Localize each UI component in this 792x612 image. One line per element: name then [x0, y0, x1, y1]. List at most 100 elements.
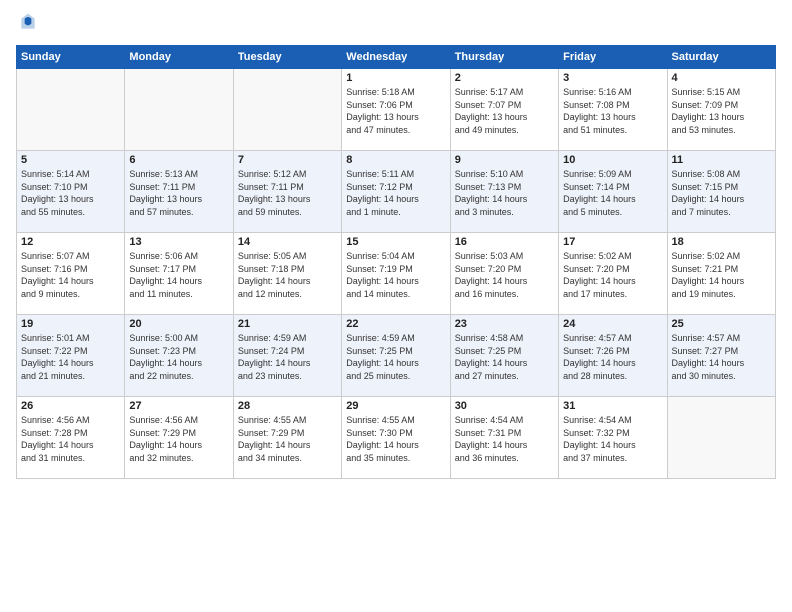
day-info: Sunrise: 4:54 AMSunset: 7:31 PMDaylight:… [455, 414, 554, 464]
day-info: Sunrise: 5:00 AMSunset: 7:23 PMDaylight:… [129, 332, 228, 382]
calendar-cell: 12 Sunrise: 5:07 AMSunset: 7:16 PMDayligh… [17, 233, 125, 315]
calendar-cell: 21 Sunrise: 4:59 AMSunset: 7:24 PMDayligh… [233, 315, 341, 397]
calendar-cell: 23 Sunrise: 4:58 AMSunset: 7:25 PMDayligh… [450, 315, 558, 397]
calendar-cell: 19 Sunrise: 5:01 AMSunset: 7:22 PMDayligh… [17, 315, 125, 397]
calendar-page: SundayMondayTuesdayWednesdayThursdayFrid… [0, 0, 792, 612]
calendar-table: SundayMondayTuesdayWednesdayThursdayFrid… [16, 45, 776, 479]
day-number: 30 [455, 400, 554, 412]
day-info: Sunrise: 4:58 AMSunset: 7:25 PMDaylight:… [455, 332, 554, 382]
day-info: Sunrise: 5:10 AMSunset: 7:13 PMDaylight:… [455, 168, 554, 218]
calendar-cell: 22Sunrise: 4:59 AMSunset: 7:25 PMDayligh… [342, 315, 450, 397]
day-number: 31 [563, 400, 662, 412]
day-number: 14 [238, 236, 337, 248]
calendar-cell: 4 Sunrise: 5:15 AMSunset: 7:09 PMDaylight… [667, 69, 775, 151]
day-info: Sunrise: 5:16 AMSunset: 7:08 PMDaylight:… [563, 86, 662, 136]
calendar-cell: 1Sunrise: 5:18 AMSunset: 7:06 PMDaylight… [342, 69, 450, 151]
weekday-header-saturday: Saturday [667, 46, 775, 69]
day-info: Sunrise: 5:04 AMSunset: 7:19 PMDaylight:… [346, 250, 445, 300]
day-number: 4 [672, 72, 771, 84]
calendar-cell: 7 Sunrise: 5:12 AMSunset: 7:11 PMDaylight… [233, 151, 341, 233]
weekday-header-row: SundayMondayTuesdayWednesdayThursdayFrid… [17, 46, 776, 69]
day-info: Sunrise: 5:12 AMSunset: 7:11 PMDaylight:… [238, 168, 337, 218]
calendar-cell [233, 69, 341, 151]
week-row-2: 12 Sunrise: 5:07 AMSunset: 7:16 PMDayligh… [17, 233, 776, 315]
day-info: Sunrise: 5:14 AMSunset: 7:10 PMDaylight:… [21, 168, 120, 218]
calendar-cell: 25 Sunrise: 4:57 AMSunset: 7:27 PMDayligh… [667, 315, 775, 397]
day-number: 5 [21, 154, 120, 166]
day-number: 26 [21, 400, 120, 412]
calendar-cell: 3 Sunrise: 5:16 AMSunset: 7:08 PMDaylight… [559, 69, 667, 151]
calendar-cell: 2Sunrise: 5:17 AMSunset: 7:07 PMDaylight… [450, 69, 558, 151]
week-row-0: 1Sunrise: 5:18 AMSunset: 7:06 PMDaylight… [17, 69, 776, 151]
day-number: 10 [563, 154, 662, 166]
day-info: Sunrise: 5:06 AMSunset: 7:17 PMDaylight:… [129, 250, 228, 300]
day-info: Sunrise: 5:17 AMSunset: 7:07 PMDaylight:… [455, 86, 554, 136]
day-number: 17 [563, 236, 662, 248]
calendar-cell: 17 Sunrise: 5:02 AMSunset: 7:20 PMDayligh… [559, 233, 667, 315]
day-number: 3 [563, 72, 662, 84]
day-number: 25 [672, 318, 771, 330]
calendar-cell: 13 Sunrise: 5:06 AMSunset: 7:17 PMDayligh… [125, 233, 233, 315]
weekday-header-sunday: Sunday [17, 46, 125, 69]
day-info: Sunrise: 5:15 AMSunset: 7:09 PMDaylight:… [672, 86, 771, 136]
day-number: 23 [455, 318, 554, 330]
weekday-header-tuesday: Tuesday [233, 46, 341, 69]
calendar-cell: 10Sunrise: 5:09 AMSunset: 7:14 PMDayligh… [559, 151, 667, 233]
day-info: Sunrise: 4:55 AMSunset: 7:29 PMDaylight:… [238, 414, 337, 464]
day-info: Sunrise: 5:11 AMSunset: 7:12 PMDaylight:… [346, 168, 445, 218]
calendar-cell [125, 69, 233, 151]
day-number: 8 [346, 154, 445, 166]
calendar-cell: 28 Sunrise: 4:55 AMSunset: 7:29 PMDayligh… [233, 397, 341, 479]
calendar-cell: 6 Sunrise: 5:13 AMSunset: 7:11 PMDaylight… [125, 151, 233, 233]
day-number: 28 [238, 400, 337, 412]
day-info: Sunrise: 5:03 AMSunset: 7:20 PMDaylight:… [455, 250, 554, 300]
day-number: 16 [455, 236, 554, 248]
calendar-cell: 31 Sunrise: 4:54 AMSunset: 7:32 PMDayligh… [559, 397, 667, 479]
calendar-cell: 14 Sunrise: 5:05 AMSunset: 7:18 PMDayligh… [233, 233, 341, 315]
calendar-cell: 11Sunrise: 5:08 AMSunset: 7:15 PMDayligh… [667, 151, 775, 233]
calendar-cell [17, 69, 125, 151]
day-number: 22 [346, 318, 445, 330]
day-number: 12 [21, 236, 120, 248]
header [16, 12, 776, 37]
day-number: 6 [129, 154, 228, 166]
calendar-cell: 29Sunrise: 4:55 AMSunset: 7:30 PMDayligh… [342, 397, 450, 479]
day-info: Sunrise: 5:01 AMSunset: 7:22 PMDaylight:… [21, 332, 120, 382]
day-number: 18 [672, 236, 771, 248]
day-number: 15 [346, 236, 445, 248]
day-number: 19 [21, 318, 120, 330]
weekday-header-wednesday: Wednesday [342, 46, 450, 69]
day-number: 7 [238, 154, 337, 166]
day-info: Sunrise: 5:02 AMSunset: 7:20 PMDaylight:… [563, 250, 662, 300]
week-row-1: 5 Sunrise: 5:14 AMSunset: 7:10 PMDaylight… [17, 151, 776, 233]
calendar-cell: 24 Sunrise: 4:57 AMSunset: 7:26 PMDayligh… [559, 315, 667, 397]
day-info: Sunrise: 4:57 AMSunset: 7:26 PMDaylight:… [563, 332, 662, 382]
day-number: 29 [346, 400, 445, 412]
weekday-header-monday: Monday [125, 46, 233, 69]
calendar-cell: 18 Sunrise: 5:02 AMSunset: 7:21 PMDayligh… [667, 233, 775, 315]
calendar-cell: 5 Sunrise: 5:14 AMSunset: 7:10 PMDaylight… [17, 151, 125, 233]
week-row-3: 19 Sunrise: 5:01 AMSunset: 7:22 PMDayligh… [17, 315, 776, 397]
calendar-cell: 20Sunrise: 5:00 AMSunset: 7:23 PMDayligh… [125, 315, 233, 397]
day-number: 1 [346, 72, 445, 84]
day-number: 13 [129, 236, 228, 248]
day-info: Sunrise: 5:02 AMSunset: 7:21 PMDaylight:… [672, 250, 771, 300]
day-info: Sunrise: 5:07 AMSunset: 7:16 PMDaylight:… [21, 250, 120, 300]
week-row-4: 26Sunrise: 4:56 AMSunset: 7:28 PMDayligh… [17, 397, 776, 479]
logo-icon [18, 12, 38, 32]
day-info: Sunrise: 5:05 AMSunset: 7:18 PMDaylight:… [238, 250, 337, 300]
calendar-cell: 27Sunrise: 4:56 AMSunset: 7:29 PMDayligh… [125, 397, 233, 479]
calendar-cell: 16 Sunrise: 5:03 AMSunset: 7:20 PMDayligh… [450, 233, 558, 315]
day-number: 27 [129, 400, 228, 412]
calendar-cell: 30 Sunrise: 4:54 AMSunset: 7:31 PMDayligh… [450, 397, 558, 479]
day-info: Sunrise: 5:13 AMSunset: 7:11 PMDaylight:… [129, 168, 228, 218]
day-number: 11 [672, 154, 771, 166]
day-info: Sunrise: 4:59 AMSunset: 7:24 PMDaylight:… [238, 332, 337, 382]
logo [16, 12, 38, 37]
weekday-header-thursday: Thursday [450, 46, 558, 69]
calendar-cell [667, 397, 775, 479]
day-number: 21 [238, 318, 337, 330]
day-info: Sunrise: 4:54 AMSunset: 7:32 PMDaylight:… [563, 414, 662, 464]
day-info: Sunrise: 4:57 AMSunset: 7:27 PMDaylight:… [672, 332, 771, 382]
day-number: 24 [563, 318, 662, 330]
